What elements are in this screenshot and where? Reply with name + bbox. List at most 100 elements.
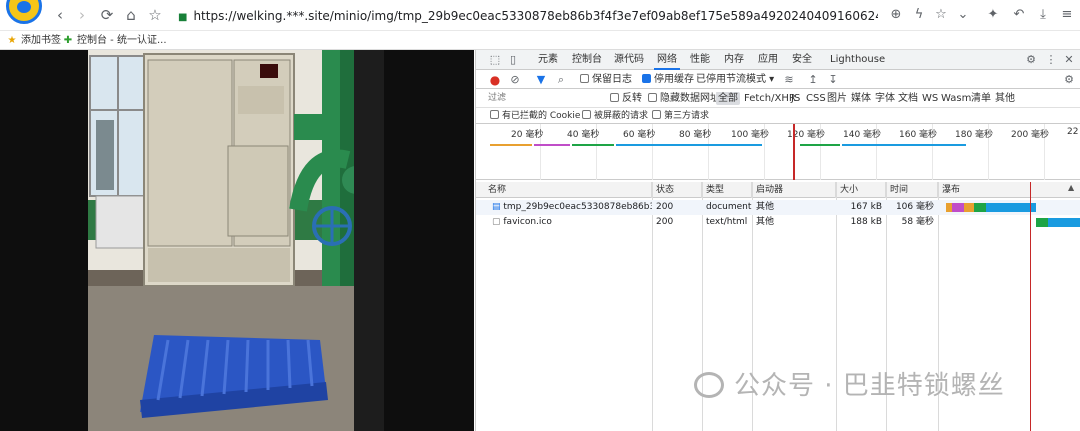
third-party-checkbox[interactable]: 第三方请求 [652,110,709,123]
tick-label: 20 毫秒 [511,130,544,140]
request-type: document [706,202,752,212]
tab-elements[interactable]: 元素 [536,50,560,70]
upload-icon[interactable]: ↥ [806,73,820,87]
bookmark-console[interactable]: ✚ 控制台 - 统一认证... [62,34,167,48]
download-har-icon[interactable]: ↧ [826,73,840,87]
reload-icon[interactable]: ⟳ [97,5,117,25]
tick-label: 22 [1067,127,1079,137]
disable-cache-checkbox[interactable]: 停用缓存 [642,73,694,86]
request-name: ▤ tmp_29b9ec0eac5330878eb86b3f4f3e... [492,202,652,212]
table-row[interactable]: ▤ tmp_29b9ec0eac5330878eb86b3f4f3e... 20… [476,200,1080,215]
filter-type-other[interactable]: 其他 [995,92,1015,105]
filter-type-all[interactable]: 全部 [716,92,740,105]
filter-type-wasm[interactable]: Wasm [941,92,971,105]
overview-bar [572,144,614,146]
device-icon[interactable]: ▯ [506,53,520,67]
overview-bar [800,144,840,146]
throttle-select[interactable]: 已停用节流模式 ▾ [696,73,774,86]
invert-checkbox[interactable]: 反转 [610,92,642,105]
filter-type-img[interactable]: 图片 [827,92,847,105]
filter-type-js[interactable]: JS [791,92,800,105]
forward-icon[interactable]: › [72,5,92,25]
wifi-icon[interactable]: ≋ [782,73,796,87]
sort-arrow-icon[interactable]: ▲ [1068,183,1074,192]
tab-performance[interactable]: 性能 [688,50,712,70]
tab-application[interactable]: 应用 [756,50,780,70]
requests-table-header: 名称 状态 类型 启动器 大小 时间 瀑布 ▲ [476,182,1080,198]
overview-bar [616,144,762,146]
address-bar[interactable]: ■ https://welking.***.site/minio/img/tmp_… [178,6,878,26]
clear-icon[interactable]: ⊘ [508,73,522,87]
tab-console[interactable]: 控制台 [570,50,604,70]
waterfall-bar [964,203,974,212]
back-icon[interactable]: ‹ [50,5,70,25]
hide-data-urls-checkbox[interactable]: 隐藏数据网址 [648,92,720,105]
network-overview-timeline: 20 毫秒 40 毫秒 60 毫秒 80 毫秒 100 毫秒 120 毫秒 14… [476,124,1080,180]
filter-type-font[interactable]: 字体 [875,92,895,105]
request-size: 167 kB [850,202,882,212]
home-icon[interactable]: ⌂ [121,5,141,25]
chevron-down-icon[interactable]: ⌄ [953,5,973,25]
filter-type-manifest[interactable]: 清单 [971,92,991,105]
request-initiator: 其他 [756,202,775,212]
wechat-icon [694,372,724,398]
column-initiator[interactable]: 启动器 [752,182,836,198]
preserve-log-checkbox[interactable]: 保留日志 [580,73,632,86]
bookmarks-bar: ★ 添加书签 ✚ 控制台 - 统一认证... [0,31,1080,50]
undo-icon[interactable]: ↶ [1009,5,1029,25]
blocked-requests-checkbox[interactable]: 被屏蔽的请求 [582,110,648,123]
bookmark-star-icon[interactable]: ☆ [145,5,165,25]
column-name[interactable]: 名称 [484,182,652,198]
filter-bar: 过滤 反转 隐藏数据网址 全部 Fetch/XHR JS CSS 图片 媒体 字… [476,89,1080,108]
request-time: 106 毫秒 [895,202,934,212]
filter-type-xhr[interactable]: Fetch/XHR [744,92,796,105]
bookmark-add[interactable]: ★ 添加书签 [6,34,61,48]
tab-memory[interactable]: 内存 [722,50,746,70]
extensions-icon[interactable]: ✦ [983,5,1003,25]
column-size[interactable]: 大小 [836,182,886,198]
table-row[interactable]: ▢ favicon.ico 200 text/html 其他 188 kB 58… [476,215,1080,230]
column-type[interactable]: 类型 [702,182,752,198]
network-toolbar: ● ⊘ ▼ ⌕ 保留日志 停用缓存 已停用节流模式 ▾ ≋ ↥ ↧ ⚙ [476,70,1080,89]
photo-image [88,50,384,431]
tab-security[interactable]: 安全 [790,50,814,70]
inspect-icon[interactable]: ⬚ [488,53,502,67]
favorite-icon[interactable]: ☆ [931,5,951,25]
column-status[interactable]: 状态 [652,182,702,198]
settings-icon[interactable]: ⚙ [1024,53,1038,67]
zoom-icon[interactable]: ⊕ [886,5,906,25]
search-icon[interactable]: ⌕ [554,73,568,87]
close-icon[interactable]: ✕ [1062,53,1076,67]
tick-label: 80 毫秒 [679,130,712,140]
tick-label: 140 毫秒 [843,130,882,140]
network-settings-icon[interactable]: ⚙ [1062,73,1076,87]
filter-type-media[interactable]: 媒体 [851,92,871,105]
filter-type-css[interactable]: CSS [806,92,826,105]
browser-toolbar: ‹ › ⟳ ⌂ ☆ ■ https://welking.***.site/mini… [0,0,1080,31]
filter-type-ws[interactable]: WS [922,92,938,105]
column-time[interactable]: 时间 [886,182,938,198]
tab-lighthouse[interactable]: Lighthouse [830,50,885,70]
filter-type-doc[interactable]: 文档 [898,92,918,105]
more-icon[interactable]: ⋮ [1044,53,1058,67]
tick-label: 40 毫秒 [567,130,600,140]
checkbox-icon [580,74,589,83]
filter-icon[interactable]: ▼ [534,73,548,87]
waterfall-bar [986,203,1036,212]
lightning-icon[interactable]: ϟ [909,5,929,25]
record-icon[interactable]: ● [488,73,502,87]
request-time: 58 毫秒 [901,217,934,227]
tab-sources[interactable]: 源代码 [612,50,646,70]
column-waterfall[interactable]: 瀑布 [938,182,1080,198]
waterfall-bar [1036,218,1048,227]
filter-input[interactable]: 过滤 [488,92,600,105]
overview-bar [842,144,966,146]
request-status: 200 [656,202,674,212]
tab-network[interactable]: 网络 [654,50,680,70]
menu-icon[interactable]: ≡ [1057,5,1077,25]
blocked-cookies-checkbox[interactable]: 有已拦截的 Cookie [490,110,580,123]
star-icon: ★ [7,35,17,46]
waterfall-bar [1048,218,1080,227]
devtools-tabbar: ⬚ ▯ 元素 控制台 源代码 网络 性能 内存 应用 安全 Lighthouse… [476,50,1080,70]
download-icon[interactable]: ⤓ [1033,5,1053,25]
